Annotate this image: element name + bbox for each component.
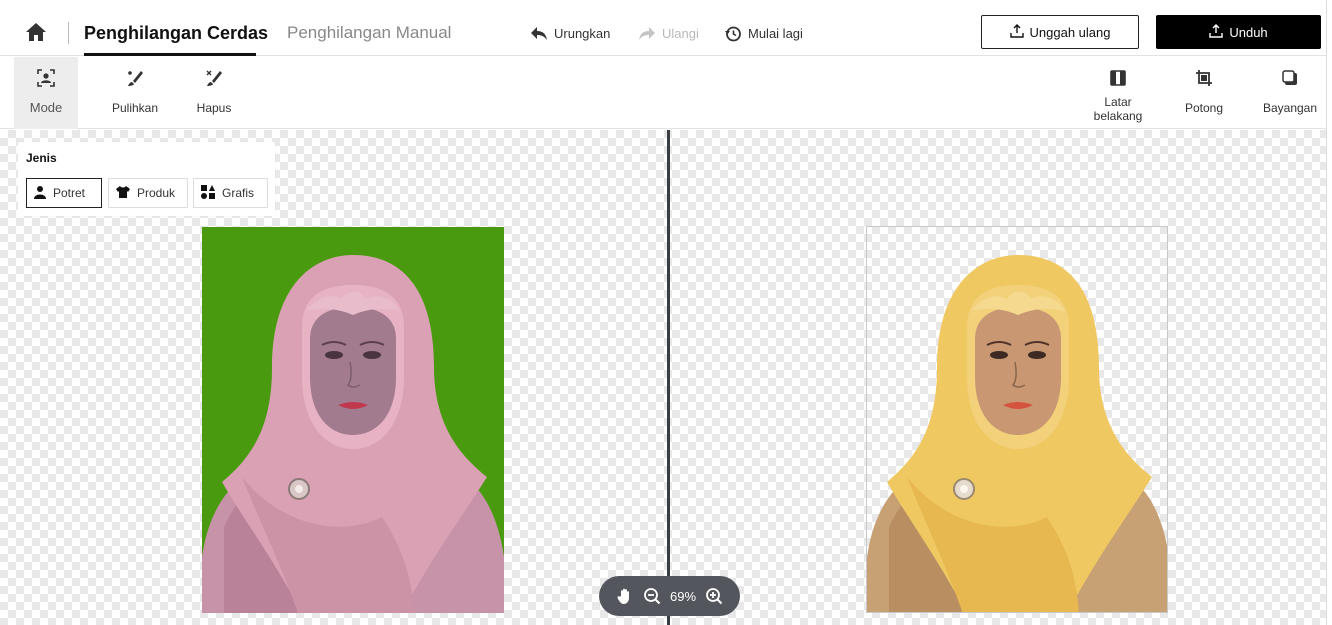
reupload-label: Unggah ulang (1029, 24, 1111, 40)
download-icon (1209, 23, 1224, 41)
shadow-icon (1279, 67, 1301, 89)
restore-brush-icon (124, 67, 146, 89)
undo-button[interactable]: Urungkan (530, 24, 610, 44)
background-tool[interactable]: Latar belakang (1085, 57, 1151, 129)
zoom-controls: 69% (599, 576, 740, 616)
zoom-in-icon[interactable] (705, 587, 723, 605)
reset-button[interactable]: Mulai lagi (724, 24, 803, 44)
crop-icon (1193, 67, 1215, 89)
portrait-icon (33, 185, 47, 202)
background-icon (1107, 67, 1129, 89)
reset-label: Mulai lagi (748, 26, 803, 41)
zoom-level: 69% (669, 588, 697, 604)
compare-divider[interactable] (667, 130, 670, 625)
upload-icon (1009, 23, 1024, 41)
graphic-icon (200, 184, 216, 203)
undo-label: Urungkan (554, 26, 611, 41)
shadow-label: Bayangan (1262, 101, 1318, 115)
result-photo (866, 226, 1168, 613)
undo-icon (530, 26, 548, 42)
pan-hand-icon[interactable] (616, 587, 634, 605)
header-separator (68, 22, 69, 44)
redo-label: Ulangi (662, 26, 699, 41)
mode-icon (35, 67, 57, 89)
top-bar: Penghilangan Cerdas Penghilangan Manual … (0, 0, 1332, 56)
mode-label: Mode (29, 100, 63, 115)
background-label: Latar belakang (1093, 95, 1143, 123)
type-option-product-label: Produk (137, 186, 176, 200)
type-option-product[interactable]: Produk (108, 178, 188, 208)
redo-button[interactable]: Ulangi (638, 24, 699, 44)
type-option-portrait[interactable]: Potret (26, 178, 102, 208)
restore-tool[interactable]: Pulihkan (100, 57, 170, 129)
tab-manual-removal[interactable]: Penghilangan Manual (287, 20, 451, 46)
restore-label: Pulihkan (111, 101, 159, 115)
type-option-graphic-label: Grafis (222, 186, 255, 200)
type-panel-title: Jenis (26, 151, 57, 165)
reupload-button[interactable]: Unggah ulang (981, 15, 1139, 49)
erase-brush-icon (203, 67, 225, 89)
zoom-out-icon[interactable] (643, 587, 661, 605)
erase-label: Hapus (196, 101, 232, 115)
shirt-icon (115, 185, 131, 202)
history-icon (724, 25, 742, 43)
original-photo (202, 227, 504, 613)
crop-tool[interactable]: Potong (1174, 57, 1234, 129)
download-label: Unduh (1229, 24, 1268, 40)
download-button[interactable]: Unduh (1156, 15, 1321, 49)
redo-icon (638, 26, 656, 42)
type-option-portrait-label: Potret (53, 186, 86, 200)
tab-smart-removal[interactable]: Penghilangan Cerdas (84, 20, 268, 46)
shadow-tool[interactable]: Bayangan (1255, 57, 1325, 129)
active-tab-indicator (84, 53, 256, 56)
home-icon[interactable] (24, 20, 48, 44)
erase-tool[interactable]: Hapus (186, 57, 242, 129)
mode-tool[interactable]: Mode (14, 57, 78, 129)
crop-label: Potong (1184, 101, 1224, 115)
tool-bar: Mode Pulihkan Hapus Latar belakang Poton… (0, 57, 1332, 129)
type-panel: Jenis Potret Produk Grafis (18, 142, 275, 216)
scrollbar[interactable] (1326, 0, 1332, 625)
type-option-graphic[interactable]: Grafis (193, 178, 268, 208)
